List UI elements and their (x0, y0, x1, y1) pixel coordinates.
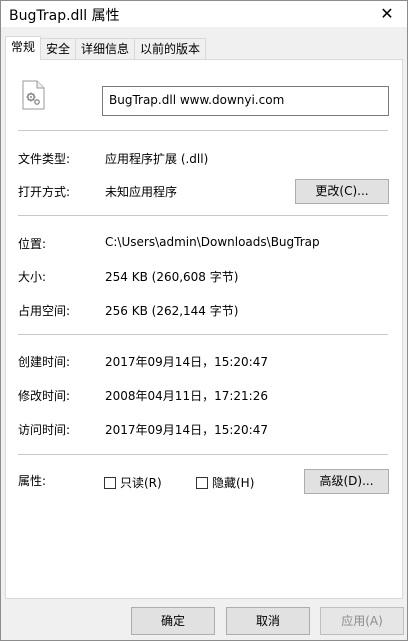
disk-size-value: 256 KB (262,144 字节) (105, 304, 239, 318)
separator (18, 334, 388, 335)
location-label: 位置: (18, 237, 47, 251)
created-value: 2017年09月14日，15:20:47 (105, 355, 268, 369)
tab-previous-versions[interactable]: 以前的版本 (134, 38, 207, 60)
open-with-value: 未知应用程序 (105, 185, 178, 199)
size-value: 254 KB (260,608 字节) (105, 270, 239, 284)
title-bar[interactable]: BugTrap.dll 属性 ✕ (1, 1, 407, 27)
properties-window: BugTrap.dll 属性 ✕ 常规 安全 详细信息 以前的版本 BugTra… (0, 0, 408, 641)
window-title: BugTrap.dll 属性 (9, 8, 120, 24)
created-label: 创建时间: (18, 355, 71, 369)
advanced-button[interactable]: 高级(D)... (304, 469, 389, 494)
size-label: 大小: (18, 270, 47, 284)
disk-size-label: 占用空间: (18, 304, 71, 318)
tab-general[interactable]: 常规 (5, 36, 42, 60)
tab-details[interactable]: 详细信息 (75, 38, 136, 60)
hidden-checkbox[interactable]: 隐藏(H) (196, 474, 254, 491)
location-value: C:\Users\admin\Downloads\BugTrap (105, 235, 320, 249)
modified-label: 修改时间: (18, 389, 71, 403)
file-name-input[interactable]: BugTrap.dll www.downyi.com (102, 86, 389, 116)
separator (18, 130, 388, 131)
file-type-value: 应用程序扩展 (.dll) (105, 152, 209, 166)
change-button[interactable]: 更改(C)... (295, 179, 389, 204)
hidden-label: 隐藏(H) (212, 476, 255, 490)
separator (18, 454, 388, 455)
cancel-button[interactable]: 取消 (226, 607, 310, 635)
separator (18, 215, 388, 216)
readonly-checkbox-box[interactable] (104, 476, 116, 489)
accessed-label: 访问时间: (18, 423, 71, 437)
accessed-value: 2017年09月14日，15:20:47 (105, 423, 268, 437)
readonly-label: 只读(R) (120, 476, 162, 490)
close-icon[interactable]: ✕ (377, 4, 397, 24)
apply-button[interactable]: 应用(A) (320, 607, 404, 635)
attributes-label: 属性: (18, 474, 47, 488)
file-type-label: 文件类型: (18, 152, 71, 166)
dll-file-icon (22, 80, 45, 110)
modified-value: 2008年04月11日，17:21:26 (105, 389, 268, 403)
general-panel: BugTrap.dll www.downyi.com 文件类型: 应用程序扩展 … (5, 59, 403, 599)
ok-button[interactable]: 确定 (131, 607, 215, 635)
hidden-checkbox-box[interactable] (196, 476, 208, 489)
readonly-checkbox[interactable]: 只读(R) (104, 474, 162, 491)
open-with-label: 打开方式: (18, 185, 71, 199)
tab-strip: 常规 安全 详细信息 以前的版本 (5, 36, 207, 60)
tab-security[interactable]: 安全 (40, 38, 77, 60)
